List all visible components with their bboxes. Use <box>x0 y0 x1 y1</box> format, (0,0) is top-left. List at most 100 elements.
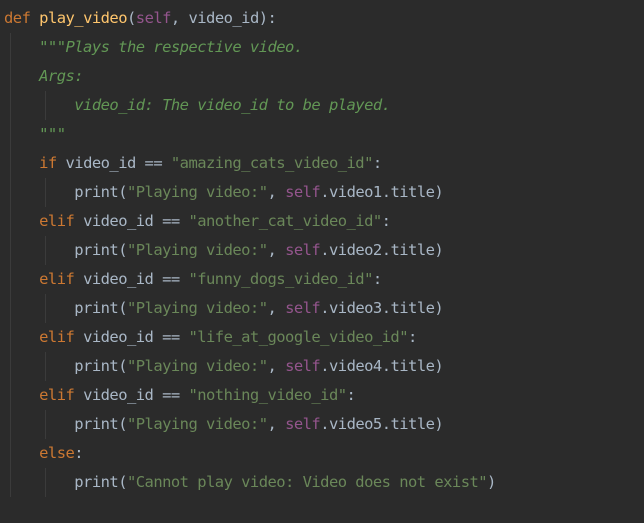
code-line[interactable]: def play_video(self, video_id): <box>4 4 644 33</box>
code-token: elif <box>39 386 75 404</box>
code-line[interactable]: """Plays the respective video. <box>4 33 644 62</box>
code-line[interactable]: if video_id == "amazing_cats_video_id": <box>4 149 644 178</box>
code-token: else <box>39 444 75 462</box>
indent-guide <box>10 149 11 178</box>
code-token: , <box>267 357 286 375</box>
code-token: : <box>372 270 382 288</box>
code-line[interactable]: print("Playing video:", self.video1.titl… <box>4 178 644 207</box>
code-area[interactable]: def play_video(self, video_id): """Plays… <box>4 4 644 497</box>
code-token: video_id == <box>74 328 189 346</box>
code-token: "Playing video:" <box>126 183 268 201</box>
code-token: video_id == <box>74 270 189 288</box>
code-token: , <box>267 415 286 433</box>
code-line[interactable]: else: <box>4 439 644 468</box>
code-line[interactable]: elif video_id == "another_cat_video_id": <box>4 207 644 236</box>
code-token: , video_id): <box>170 9 277 27</box>
code-token: if <box>39 154 57 172</box>
code-token: play_video <box>39 9 127 27</box>
code-line[interactable]: elif video_id == "life_at_google_video_i… <box>4 323 644 352</box>
code-token: print <box>74 241 119 259</box>
code-token: : <box>74 444 84 462</box>
code-token: .video4.title) <box>320 357 444 375</box>
indent-guide <box>10 62 11 91</box>
code-token: : <box>346 386 356 404</box>
indent-guide <box>45 236 47 265</box>
code-editor[interactable]: def play_video(self, video_id): """Plays… <box>0 0 644 523</box>
code-token: print <box>74 415 119 433</box>
code-token: def <box>4 9 31 27</box>
indent-guide <box>10 468 11 497</box>
code-line[interactable]: print("Playing video:", self.video3.titl… <box>4 294 644 323</box>
code-token: "Playing video:" <box>126 415 268 433</box>
code-token: "another_cat_video_id" <box>188 212 382 230</box>
code-token: ) <box>487 473 496 491</box>
code-token: """Plays the respective video. <box>39 38 303 56</box>
code-line[interactable]: print("Playing video:", self.video2.titl… <box>4 236 644 265</box>
code-line[interactable]: """ <box>4 120 644 149</box>
code-token: video_id == <box>74 386 189 404</box>
indent-guide <box>10 178 11 207</box>
code-token: print <box>74 473 119 491</box>
code-token: "funny_dogs_video_id" <box>188 270 373 288</box>
code-line[interactable]: elif video_id == "nothing_video_id": <box>4 381 644 410</box>
indent-guide <box>10 91 11 120</box>
code-line[interactable]: elif video_id == "funny_dogs_video_id": <box>4 265 644 294</box>
indent-guide <box>10 207 11 236</box>
code-token: Args: <box>39 67 84 85</box>
code-token: : <box>408 328 417 346</box>
indent-guide <box>10 294 11 323</box>
indent-guide <box>10 265 11 294</box>
code-token: "Cannot play video: Video does not exist… <box>126 473 488 491</box>
code-token: print <box>74 183 119 201</box>
code-token: "nothing_video_id" <box>188 386 347 404</box>
indent-guide <box>45 410 47 439</box>
indent-guide <box>10 323 11 352</box>
indent-guide <box>10 120 11 149</box>
code-token: , <box>267 183 286 201</box>
code-token: .video2.title) <box>320 241 444 259</box>
code-token: self <box>285 415 321 433</box>
indent-guide <box>10 381 11 410</box>
code-token: self <box>285 357 321 375</box>
code-token: .video3.title) <box>320 299 444 317</box>
code-line[interactable]: video_id: The video_id to be played. <box>4 91 644 120</box>
indent-guide <box>45 352 47 381</box>
code-token: ( <box>118 183 127 201</box>
indent-guide <box>45 468 47 497</box>
code-token: ( <box>118 299 127 317</box>
code-token: : <box>372 154 382 172</box>
code-line[interactable]: print("Playing video:", self.video4.titl… <box>4 352 644 381</box>
code-token: elif <box>39 328 75 346</box>
code-token: .video5.title) <box>320 415 444 433</box>
code-line[interactable]: print("Cannot play video: Video does not… <box>4 468 644 497</box>
indent-guide <box>10 236 11 265</box>
code-line[interactable]: Args: <box>4 62 644 91</box>
code-token: """ <box>39 125 66 143</box>
code-token: self <box>285 241 321 259</box>
code-token: , <box>267 241 286 259</box>
code-token: .video1.title) <box>320 183 444 201</box>
code-token: "Playing video:" <box>126 357 268 375</box>
code-token: : <box>381 212 391 230</box>
code-token: , <box>267 299 286 317</box>
code-token: elif <box>39 212 75 230</box>
code-token: ( <box>118 415 127 433</box>
indent-guide <box>10 33 11 62</box>
code-token: self <box>135 9 172 27</box>
code-token: "Playing video:" <box>126 299 268 317</box>
code-token: elif <box>39 270 75 288</box>
indent-guide <box>45 294 47 323</box>
code-token: "amazing_cats_video_id" <box>170 154 374 172</box>
code-line[interactable]: print("Playing video:", self.video5.titl… <box>4 410 644 439</box>
code-token: print <box>74 357 119 375</box>
indent-guide <box>10 439 11 468</box>
indent-guide <box>10 410 11 439</box>
code-token: ( <box>126 9 136 27</box>
